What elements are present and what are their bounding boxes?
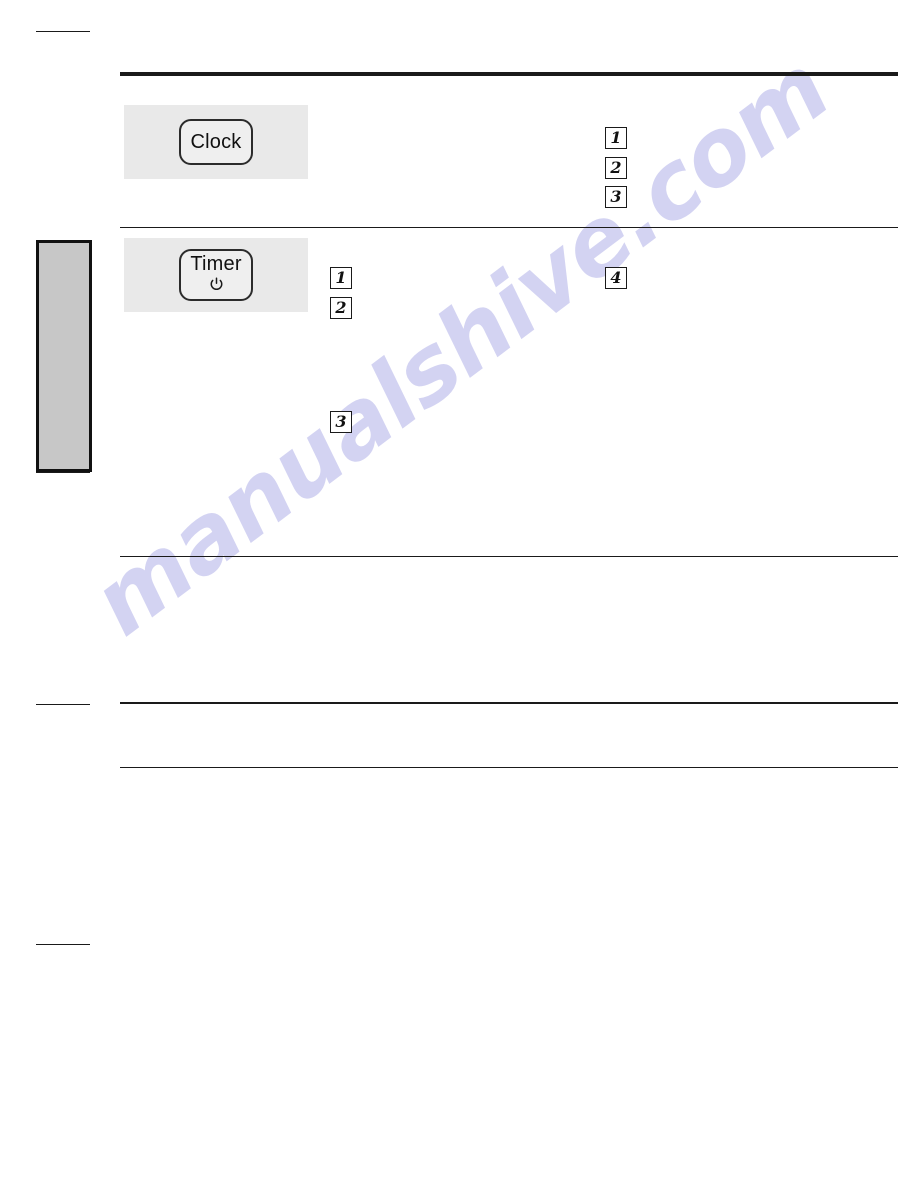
power-icon — [208, 276, 225, 297]
lower-section-rule — [120, 767, 898, 769]
timer-section-bottom-rule — [120, 556, 898, 558]
timer-step-4: 4 — [605, 267, 627, 289]
top-heavy-rule — [120, 72, 898, 76]
timer-button[interactable]: Timer — [179, 249, 253, 301]
sidebar-tab-2-selected[interactable] — [35, 240, 92, 472]
middle-section-rule — [120, 702, 898, 704]
sidebar-tab-4[interactable] — [35, 704, 90, 944]
timer-step-1: 1 — [330, 267, 352, 289]
timer-button-label: Timer — [190, 252, 242, 275]
clock-key-panel: Clock — [124, 105, 308, 179]
main-content-column: Clock Timer 1 2 3 1 2 3 4 — [120, 0, 898, 1188]
clock-button[interactable]: Clock — [179, 119, 253, 165]
clock-button-label: Clock — [190, 130, 242, 153]
timer-step-3: 3 — [330, 411, 352, 433]
clock-step-2: 2 — [605, 157, 627, 179]
sidebar-tab-3[interactable] — [35, 472, 90, 704]
sidebar-tab-1[interactable] — [35, 32, 90, 240]
timer-step-2: 2 — [330, 297, 352, 319]
section-tab-strip — [35, 31, 92, 1160]
clock-step-3: 3 — [605, 186, 627, 208]
manual-page: manualshive.com Clock Timer 1 2 3 1 2 3 … — [0, 0, 918, 1188]
clock-section-bottom-rule — [120, 227, 898, 229]
timer-key-panel: Timer — [124, 238, 308, 312]
clock-step-1: 1 — [605, 127, 627, 149]
sidebar-tab-5[interactable] — [35, 944, 90, 1160]
